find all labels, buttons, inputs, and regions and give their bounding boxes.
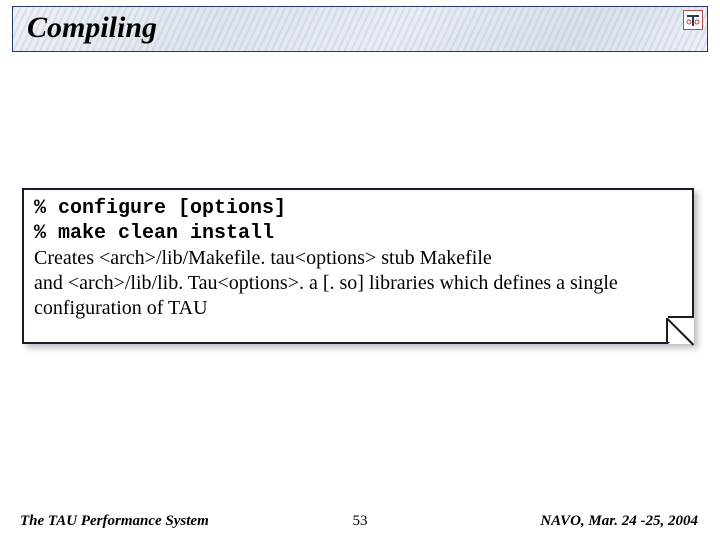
slide: Compiling % configure [options] % make c… <box>0 0 720 540</box>
command-line-1: % configure [options] <box>34 196 682 221</box>
description-line-1: Creates <arch>/lib/Makefile. tau<options… <box>34 246 682 271</box>
command-line-2: % make clean install <box>34 221 682 246</box>
tau-logo <box>683 10 703 30</box>
title-bar: Compiling <box>12 6 708 52</box>
footer: The TAU Performance System 53 NAVO, Mar.… <box>0 506 720 530</box>
slide-title: Compiling <box>27 11 157 45</box>
page-fold-icon <box>668 318 694 344</box>
description-line-2: and <arch>/lib/lib. Tau<options>. a [. s… <box>34 271 682 296</box>
description-line-3: configuration of TAU <box>34 296 682 321</box>
footer-right: NAVO, Mar. 24 -25, 2004 <box>540 513 698 530</box>
code-note-box: % configure [options] % make clean insta… <box>22 188 694 344</box>
tau-logo-glyph <box>684 11 702 29</box>
